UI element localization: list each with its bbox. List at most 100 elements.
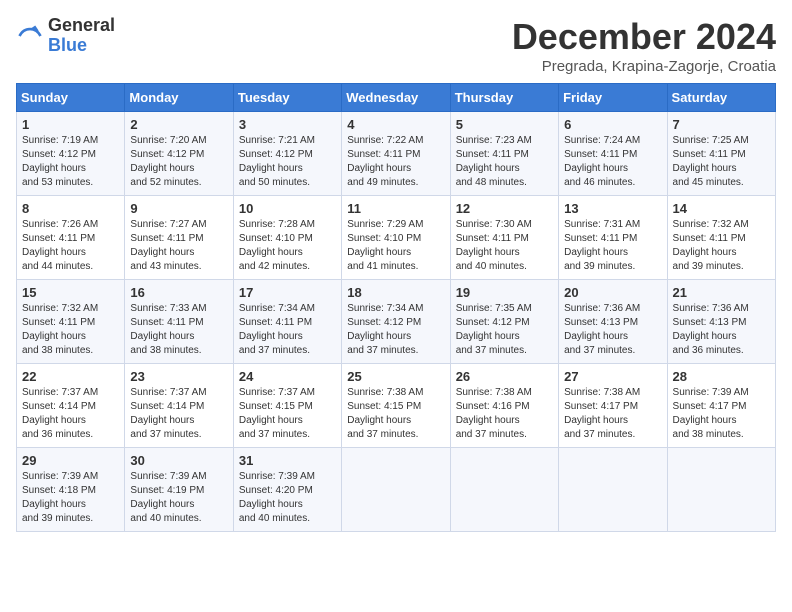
weekday-header-monday: Monday — [125, 84, 233, 112]
calendar-cell: 8 Sunrise: 7:26 AMSunset: 4:11 PMDayligh… — [17, 196, 125, 280]
calendar-cell: 18 Sunrise: 7:34 AMSunset: 4:12 PMDaylig… — [342, 280, 450, 364]
day-info: Sunrise: 7:37 AMSunset: 4:14 PMDaylight … — [130, 387, 206, 440]
calendar-cell: 9 Sunrise: 7:27 AMSunset: 4:11 PMDayligh… — [125, 196, 233, 280]
day-info: Sunrise: 7:23 AMSunset: 4:11 PMDaylight … — [456, 135, 532, 188]
day-info: Sunrise: 7:29 AMSunset: 4:10 PMDaylight … — [347, 219, 423, 272]
calendar-cell — [450, 448, 558, 532]
day-number: 27 — [564, 369, 661, 384]
calendar-cell: 17 Sunrise: 7:34 AMSunset: 4:11 PMDaylig… — [233, 280, 341, 364]
day-number: 29 — [22, 453, 119, 468]
day-number: 17 — [239, 285, 336, 300]
day-info: Sunrise: 7:38 AMSunset: 4:17 PMDaylight … — [564, 387, 640, 440]
location-subtitle: Pregrada, Krapina-Zagorje, Croatia — [512, 58, 776, 75]
day-info: Sunrise: 7:39 AMSunset: 4:18 PMDaylight … — [22, 471, 98, 524]
calendar-cell: 10 Sunrise: 7:28 AMSunset: 4:10 PMDaylig… — [233, 196, 341, 280]
calendar-cell: 13 Sunrise: 7:31 AMSunset: 4:11 PMDaylig… — [559, 196, 667, 280]
day-number: 12 — [456, 201, 553, 216]
day-info: Sunrise: 7:37 AMSunset: 4:15 PMDaylight … — [239, 387, 315, 440]
day-number: 4 — [347, 117, 444, 132]
day-number: 16 — [130, 285, 227, 300]
day-info: Sunrise: 7:28 AMSunset: 4:10 PMDaylight … — [239, 219, 315, 272]
day-number: 31 — [239, 453, 336, 468]
day-number: 28 — [673, 369, 770, 384]
calendar-cell — [559, 448, 667, 532]
day-number: 26 — [456, 369, 553, 384]
calendar-cell: 22 Sunrise: 7:37 AMSunset: 4:14 PMDaylig… — [17, 364, 125, 448]
calendar-cell — [667, 448, 775, 532]
calendar-cell: 11 Sunrise: 7:29 AMSunset: 4:10 PMDaylig… — [342, 196, 450, 280]
calendar-week-3: 15 Sunrise: 7:32 AMSunset: 4:11 PMDaylig… — [17, 280, 776, 364]
calendar-cell: 1 Sunrise: 7:19 AMSunset: 4:12 PMDayligh… — [17, 112, 125, 196]
day-number: 22 — [22, 369, 119, 384]
day-info: Sunrise: 7:30 AMSunset: 4:11 PMDaylight … — [456, 219, 532, 272]
calendar-cell — [342, 448, 450, 532]
day-number: 25 — [347, 369, 444, 384]
day-number: 3 — [239, 117, 336, 132]
day-info: Sunrise: 7:38 AMSunset: 4:16 PMDaylight … — [456, 387, 532, 440]
calendar-body: 1 Sunrise: 7:19 AMSunset: 4:12 PMDayligh… — [17, 112, 776, 532]
calendar-cell: 3 Sunrise: 7:21 AMSunset: 4:12 PMDayligh… — [233, 112, 341, 196]
day-info: Sunrise: 7:22 AMSunset: 4:11 PMDaylight … — [347, 135, 423, 188]
day-info: Sunrise: 7:20 AMSunset: 4:12 PMDaylight … — [130, 135, 206, 188]
logo: General Blue — [16, 16, 115, 56]
calendar-week-2: 8 Sunrise: 7:26 AMSunset: 4:11 PMDayligh… — [17, 196, 776, 280]
calendar-cell: 21 Sunrise: 7:36 AMSunset: 4:13 PMDaylig… — [667, 280, 775, 364]
calendar-cell: 25 Sunrise: 7:38 AMSunset: 4:15 PMDaylig… — [342, 364, 450, 448]
day-info: Sunrise: 7:33 AMSunset: 4:11 PMDaylight … — [130, 303, 206, 356]
day-info: Sunrise: 7:37 AMSunset: 4:14 PMDaylight … — [22, 387, 98, 440]
calendar-cell: 23 Sunrise: 7:37 AMSunset: 4:14 PMDaylig… — [125, 364, 233, 448]
day-info: Sunrise: 7:39 AMSunset: 4:19 PMDaylight … — [130, 471, 206, 524]
calendar-cell: 31 Sunrise: 7:39 AMSunset: 4:20 PMDaylig… — [233, 448, 341, 532]
calendar-cell: 30 Sunrise: 7:39 AMSunset: 4:19 PMDaylig… — [125, 448, 233, 532]
calendar-cell: 7 Sunrise: 7:25 AMSunset: 4:11 PMDayligh… — [667, 112, 775, 196]
day-number: 2 — [130, 117, 227, 132]
weekday-header-friday: Friday — [559, 84, 667, 112]
day-info: Sunrise: 7:19 AMSunset: 4:12 PMDaylight … — [22, 135, 98, 188]
calendar-cell: 19 Sunrise: 7:35 AMSunset: 4:12 PMDaylig… — [450, 280, 558, 364]
day-info: Sunrise: 7:39 AMSunset: 4:17 PMDaylight … — [673, 387, 749, 440]
day-info: Sunrise: 7:26 AMSunset: 4:11 PMDaylight … — [22, 219, 98, 272]
calendar-cell: 2 Sunrise: 7:20 AMSunset: 4:12 PMDayligh… — [125, 112, 233, 196]
day-number: 5 — [456, 117, 553, 132]
title-block: December 2024 Pregrada, Krapina-Zagorje,… — [512, 16, 776, 75]
month-title: December 2024 — [512, 16, 776, 58]
day-info: Sunrise: 7:39 AMSunset: 4:20 PMDaylight … — [239, 471, 315, 524]
day-number: 7 — [673, 117, 770, 132]
day-number: 9 — [130, 201, 227, 216]
day-number: 20 — [564, 285, 661, 300]
calendar-cell: 16 Sunrise: 7:33 AMSunset: 4:11 PMDaylig… — [125, 280, 233, 364]
calendar-cell: 15 Sunrise: 7:32 AMSunset: 4:11 PMDaylig… — [17, 280, 125, 364]
calendar-cell: 5 Sunrise: 7:23 AMSunset: 4:11 PMDayligh… — [450, 112, 558, 196]
day-number: 1 — [22, 117, 119, 132]
day-info: Sunrise: 7:25 AMSunset: 4:11 PMDaylight … — [673, 135, 749, 188]
weekday-header-saturday: Saturday — [667, 84, 775, 112]
day-info: Sunrise: 7:24 AMSunset: 4:11 PMDaylight … — [564, 135, 640, 188]
calendar-cell: 14 Sunrise: 7:32 AMSunset: 4:11 PMDaylig… — [667, 196, 775, 280]
day-number: 18 — [347, 285, 444, 300]
calendar-cell: 20 Sunrise: 7:36 AMSunset: 4:13 PMDaylig… — [559, 280, 667, 364]
calendar-cell: 4 Sunrise: 7:22 AMSunset: 4:11 PMDayligh… — [342, 112, 450, 196]
logo-general-text: General — [48, 16, 115, 36]
calendar-cell: 12 Sunrise: 7:30 AMSunset: 4:11 PMDaylig… — [450, 196, 558, 280]
calendar-week-5: 29 Sunrise: 7:39 AMSunset: 4:18 PMDaylig… — [17, 448, 776, 532]
day-number: 15 — [22, 285, 119, 300]
day-info: Sunrise: 7:32 AMSunset: 4:11 PMDaylight … — [673, 219, 749, 272]
day-number: 8 — [22, 201, 119, 216]
day-info: Sunrise: 7:34 AMSunset: 4:12 PMDaylight … — [347, 303, 423, 356]
day-info: Sunrise: 7:27 AMSunset: 4:11 PMDaylight … — [130, 219, 206, 272]
day-number: 23 — [130, 369, 227, 384]
day-number: 10 — [239, 201, 336, 216]
calendar-week-4: 22 Sunrise: 7:37 AMSunset: 4:14 PMDaylig… — [17, 364, 776, 448]
day-info: Sunrise: 7:36 AMSunset: 4:13 PMDaylight … — [673, 303, 749, 356]
weekday-row: SundayMondayTuesdayWednesdayThursdayFrid… — [17, 84, 776, 112]
weekday-header-thursday: Thursday — [450, 84, 558, 112]
day-number: 30 — [130, 453, 227, 468]
day-info: Sunrise: 7:38 AMSunset: 4:15 PMDaylight … — [347, 387, 423, 440]
day-info: Sunrise: 7:21 AMSunset: 4:12 PMDaylight … — [239, 135, 315, 188]
calendar-cell: 24 Sunrise: 7:37 AMSunset: 4:15 PMDaylig… — [233, 364, 341, 448]
day-number: 14 — [673, 201, 770, 216]
page-header: General Blue December 2024 Pregrada, Kra… — [16, 16, 776, 75]
day-number: 19 — [456, 285, 553, 300]
weekday-header-wednesday: Wednesday — [342, 84, 450, 112]
calendar-cell: 6 Sunrise: 7:24 AMSunset: 4:11 PMDayligh… — [559, 112, 667, 196]
